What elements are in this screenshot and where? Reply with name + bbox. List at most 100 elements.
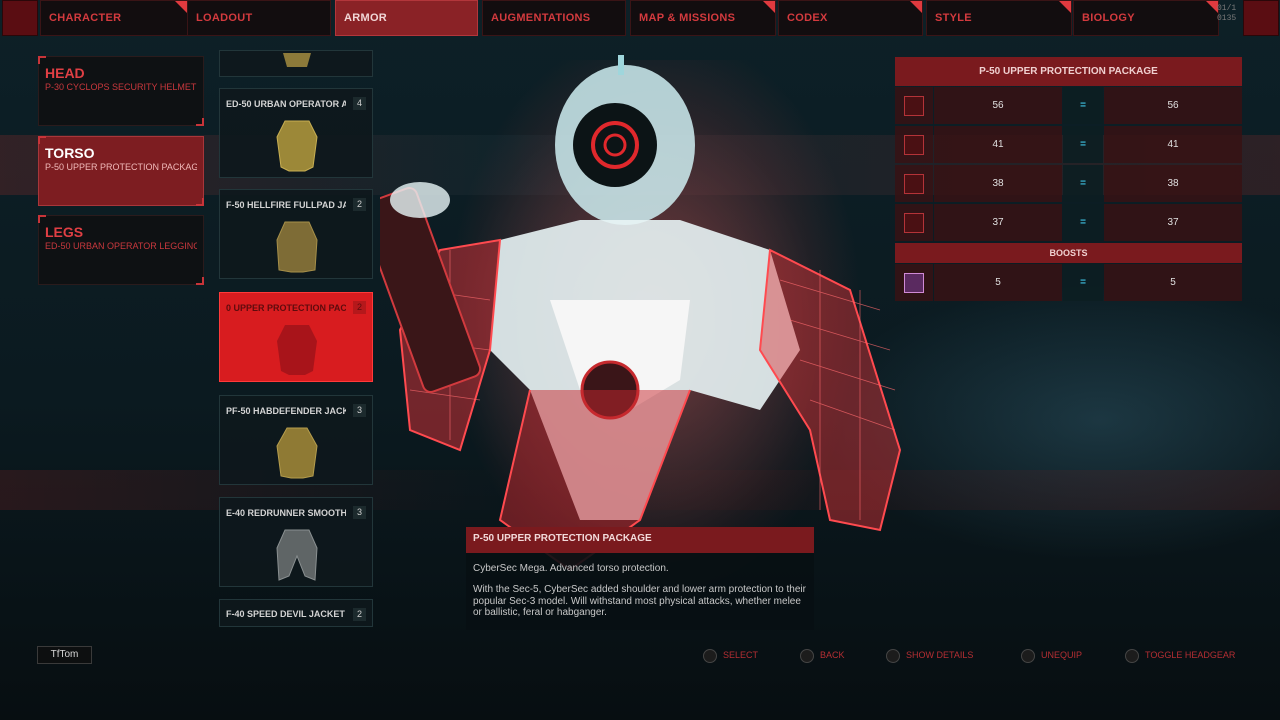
item-name: F-50 HELLFIRE FULLPAD JA xyxy=(226,200,346,210)
tab-biology[interactable]: BIOLOGY xyxy=(1073,0,1219,36)
controller-button-icon xyxy=(886,648,900,663)
tab-label: AUGMENTATIONS xyxy=(491,12,591,24)
slot-item-name: P-50 UPPER PROTECTION PACKAGE xyxy=(45,162,197,172)
slot-title: LEGS xyxy=(45,224,84,240)
stat-new: 38 xyxy=(1104,165,1242,202)
tooltip-description: With the Sec-5, CyberSec added shoulder … xyxy=(473,584,806,618)
slot-item-name: ED-50 URBAN OPERATOR LEGGINGS xyxy=(45,241,197,251)
tab-label: LOADOUT xyxy=(196,12,253,24)
hint-label: TOGGLE HEADGEAR xyxy=(1145,650,1236,660)
stat-new: 37 xyxy=(1104,204,1242,241)
tab-label: BIOLOGY xyxy=(1082,12,1135,24)
item-card-partial[interactable] xyxy=(219,50,373,77)
item-count-badge: 2 xyxy=(353,198,366,211)
stat-compare: = xyxy=(1063,165,1103,202)
tab-augmentations[interactable]: AUGMENTATIONS xyxy=(482,0,626,36)
nav-prev-button[interactable] xyxy=(2,0,38,36)
item-count-badge: 2 xyxy=(353,608,366,621)
controller-button-icon xyxy=(800,648,814,663)
stat-current: 41 xyxy=(934,126,1062,163)
item-name: ED-50 URBAN OPERATOR A xyxy=(226,99,346,109)
notification-marker xyxy=(175,1,187,13)
hint-toggle-headgear[interactable]: TOGGLE HEADGEAR xyxy=(1125,647,1235,663)
jacket-icon xyxy=(276,427,318,479)
item-tooltip: P-50 UPPER PROTECTION PACKAGE CyberSec M… xyxy=(466,527,814,630)
item-card[interactable]: F-40 SPEED DEVIL JACKET 2 xyxy=(219,599,373,627)
item-card[interactable]: E-40 REDRUNNER SMOOTH 3 xyxy=(219,497,373,587)
item-name: PF-50 HABDEFENDER JACK xyxy=(226,406,346,416)
stat-compare: = xyxy=(1063,204,1103,241)
notification-marker xyxy=(910,1,922,13)
creature-icon xyxy=(895,165,933,202)
slot-legs[interactable]: LEGS ED-50 URBAN OPERATOR LEGGINGS xyxy=(38,215,204,285)
stat-new: 5 xyxy=(1104,264,1242,301)
stats-comparison-panel: P-50 UPPER PROTECTION PACKAGE 56 = 56 41… xyxy=(895,57,1242,302)
top-nav: CHARACTER LOADOUT ARMOR AUGMENTATIONS MA… xyxy=(0,0,1280,36)
tab-character[interactable]: CHARACTER xyxy=(40,0,188,36)
tab-armor[interactable]: ARMOR xyxy=(335,0,478,36)
tab-style[interactable]: STYLE xyxy=(926,0,1072,36)
stat-current: 5 xyxy=(934,264,1062,301)
corner-stamp: 01/1 0135 xyxy=(1217,4,1236,24)
controller-button-icon xyxy=(1125,648,1139,663)
stat-new: 56 xyxy=(1104,87,1242,124)
hint-label: SELECT xyxy=(723,650,759,660)
slot-item-name: P-30 CYCLOPS SECURITY HELMET xyxy=(45,82,197,92)
hint-select[interactable]: SELECT xyxy=(703,647,758,663)
item-name: E-40 REDRUNNER SMOOTH xyxy=(226,508,346,518)
item-card[interactable]: F-50 HELLFIRE FULLPAD JA 2 xyxy=(219,189,373,279)
tab-label: CHARACTER xyxy=(49,12,122,24)
boosts-header: BOOSTS xyxy=(895,243,1242,263)
item-card-selected[interactable]: 0 UPPER PROTECTION PACK 2 xyxy=(219,292,373,382)
notification-marker xyxy=(1059,1,1071,13)
item-count-badge: 3 xyxy=(353,506,366,519)
jacket-icon xyxy=(277,325,317,375)
stat-compare: = xyxy=(1063,126,1103,163)
hint-label: BACK xyxy=(820,650,845,660)
grid-boost-icon xyxy=(895,264,933,301)
tab-label: MAP & MISSIONS xyxy=(639,12,736,24)
tab-codex[interactable]: CODEX xyxy=(778,0,923,36)
player-name-tag: TfTom xyxy=(37,646,92,664)
hint-unequip[interactable]: UNEQUIP xyxy=(1021,647,1082,663)
item-count-badge: 2 xyxy=(353,301,366,314)
hint-back[interactable]: BACK xyxy=(800,647,845,663)
tab-loadout[interactable]: LOADOUT xyxy=(187,0,331,36)
hint-label: SHOW DETAILS xyxy=(906,650,974,660)
jacket-icon xyxy=(276,221,318,273)
nav-next-button[interactable] xyxy=(1243,0,1279,36)
item-name: F-40 SPEED DEVIL JACKET xyxy=(226,609,345,619)
item-name: 0 UPPER PROTECTION PACK xyxy=(226,303,346,313)
tab-map-missions[interactable]: MAP & MISSIONS xyxy=(630,0,776,36)
item-card[interactable]: ED-50 URBAN OPERATOR A 4 xyxy=(219,88,373,178)
slash-damage-icon xyxy=(895,87,933,124)
item-card[interactable]: PF-50 HABDEFENDER JACK 3 xyxy=(219,395,373,485)
hint-show-details[interactable]: SHOW DETAILS xyxy=(886,647,973,663)
controller-button-icon xyxy=(703,648,717,663)
jacket-icon xyxy=(276,529,318,581)
slot-head[interactable]: HEAD P-30 CYCLOPS SECURITY HELMET xyxy=(38,56,204,126)
stamp-line: 0135 xyxy=(1217,14,1237,23)
stat-current: 37 xyxy=(934,204,1062,241)
lightning-icon xyxy=(895,126,933,163)
tab-label: CODEX xyxy=(787,12,828,24)
stat-row: 56 = 56 xyxy=(895,86,1242,125)
notification-marker xyxy=(763,1,775,13)
stat-new: 41 xyxy=(1104,126,1242,163)
stat-compare: = xyxy=(1063,87,1103,124)
tab-label: ARMOR xyxy=(344,12,388,24)
jacket-icon xyxy=(276,120,318,172)
stat-current: 56 xyxy=(934,87,1062,124)
stat-row: 41 = 41 xyxy=(895,125,1242,164)
tooltip-summary: CyberSec Mega. Advanced torso protection… xyxy=(473,563,669,574)
slot-torso[interactable]: TORSO P-50 UPPER PROTECTION PACKAGE xyxy=(38,136,204,206)
stat-row: 37 = 37 xyxy=(895,203,1242,242)
tab-label: STYLE xyxy=(935,12,972,24)
item-count-badge: 3 xyxy=(353,404,366,417)
stamp-line: 01/1 xyxy=(1217,4,1237,13)
stat-row: 38 = 38 xyxy=(895,164,1242,203)
controller-button-icon xyxy=(1021,648,1035,663)
fire-icon xyxy=(895,204,933,241)
slot-title: HEAD xyxy=(45,65,85,81)
stat-current: 38 xyxy=(934,165,1062,202)
